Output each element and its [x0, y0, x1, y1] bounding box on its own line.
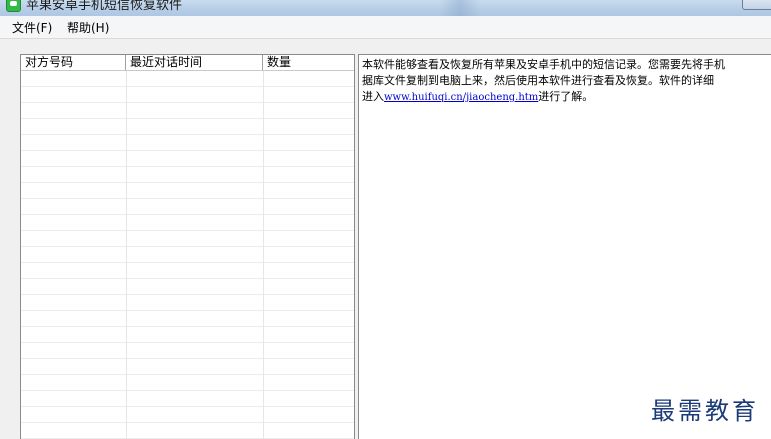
info-text: 本软件能够查看及恢复所有苹果及安卓手机中的短信记录。您需要先将手机 据库文件复制… [362, 57, 771, 105]
menu-file[interactable]: 文件(F) [12, 19, 52, 36]
column-divider [263, 71, 264, 439]
title-bar-highlight [440, 0, 480, 16]
tutorial-link[interactable]: www.huifuqi.cn/jiaocheng.htm [384, 92, 538, 103]
column-header-count[interactable]: 数量 [263, 55, 354, 70]
list-header: 对方号码 最近对话时间 数量 [21, 55, 354, 71]
conversation-list[interactable]: 对方号码 最近对话时间 数量 [20, 54, 355, 439]
list-rows [21, 71, 354, 439]
app-window: 苹果安卓手机短信恢复软件 文件(F) 帮助(H) 对方号码 最近对话时间 数量 … [0, 0, 771, 439]
info-line-2: 据库文件复制到电脑上来，然后使用本软件进行查看及恢复。软件的详细 [362, 74, 714, 87]
app-icon [6, 0, 21, 12]
info-line-3: 进入www.huifuqi.cn/jiaocheng.htm进行了解。 [362, 89, 771, 105]
info-line-3-suffix: 进行了解。 [538, 90, 594, 103]
watermark: 最需教育 [651, 397, 759, 425]
menu-help[interactable]: 帮助(H) [67, 19, 109, 36]
column-header-last-time[interactable]: 最近对话时间 [126, 55, 263, 70]
column-header-number[interactable]: 对方号码 [21, 55, 126, 70]
close-button[interactable] [742, 0, 771, 10]
info-line-3-prefix: 进入 [362, 90, 384, 103]
title-bar[interactable]: 苹果安卓手机短信恢复软件 [0, 0, 771, 16]
menu-bar: 文件(F) 帮助(H) [0, 16, 771, 39]
column-divider [126, 71, 127, 439]
window-title: 苹果安卓手机短信恢复软件 [26, 0, 183, 13]
message-text-panel[interactable]: 本软件能够查看及恢复所有苹果及安卓手机中的短信记录。您需要先将手机 据库文件复制… [358, 54, 771, 439]
info-line-1: 本软件能够查看及恢复所有苹果及安卓手机中的短信记录。您需要先将手机 [362, 58, 725, 71]
